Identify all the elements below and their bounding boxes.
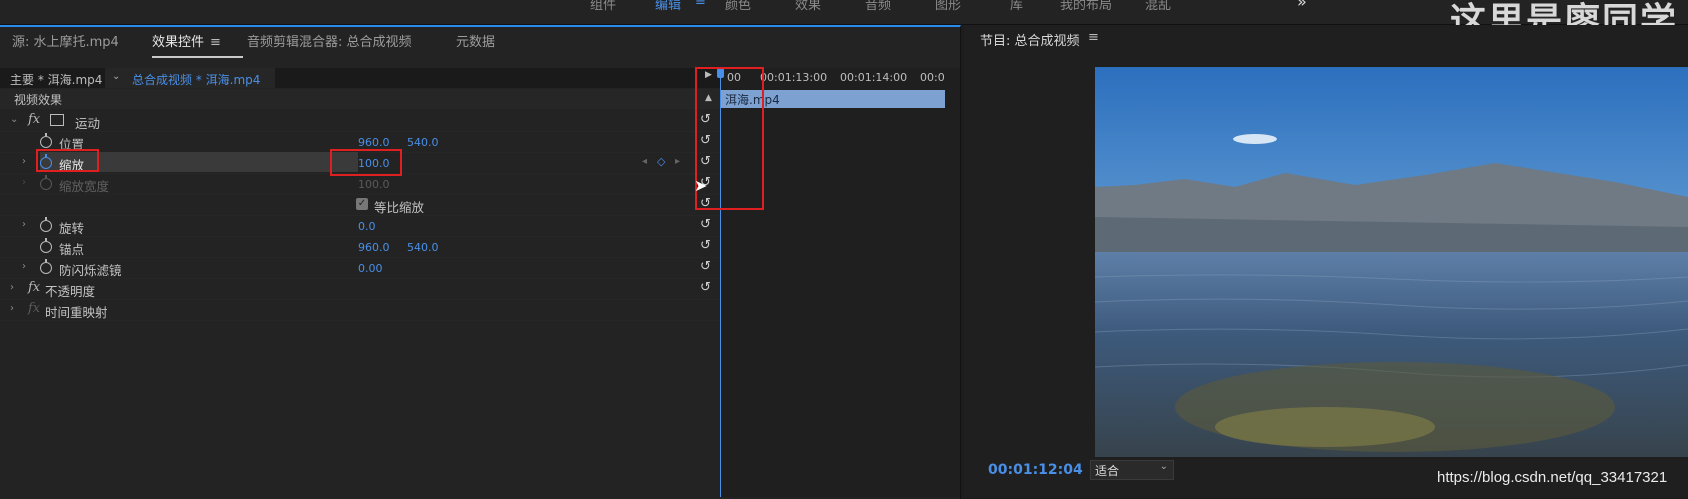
position-y-value[interactable]: 540.0: [407, 136, 439, 149]
previous-keyframe-icon[interactable]: ◂: [642, 156, 647, 167]
uniform-scale-label: 等比缩放: [374, 200, 425, 215]
fx-icon[interactable]: fx: [28, 112, 40, 127]
next-keyframe-icon[interactable]: ▸: [675, 156, 680, 167]
time-remap-label: 时间重映射: [45, 305, 108, 320]
tab-effect-controls-label: 效果控件: [152, 35, 205, 50]
fit-dropdown-value: 适合: [1095, 464, 1120, 478]
transform-icon[interactable]: [50, 114, 64, 126]
timeline-tick: 00:0: [920, 71, 945, 84]
panel-menu-icon[interactable]: ≡: [210, 35, 221, 50]
reset-icon[interactable]: ↺: [700, 218, 714, 232]
tab-source[interactable]: 源: 水上摩托.mp4: [12, 31, 119, 50]
stopwatch-icon[interactable]: [40, 133, 52, 148]
workspace-tab[interactable]: 库: [1010, 0, 1023, 13]
program-video-frame[interactable]: [1095, 67, 1688, 457]
video-effects-header: [0, 89, 720, 109]
workspace-tab[interactable]: 效果: [795, 0, 821, 13]
chevron-down-icon[interactable]: ⌄: [10, 114, 18, 125]
uniform-scale-checkbox[interactable]: ✓: [356, 198, 368, 210]
workspace-tab[interactable]: 我的布局: [1060, 0, 1112, 13]
workspace-tab[interactable]: 图形: [935, 0, 961, 13]
more-workspaces-icon[interactable]: »: [1297, 0, 1307, 11]
opacity-label: 不透明度: [45, 284, 96, 299]
stopwatch-icon: [40, 175, 52, 190]
scale-label-highlight: [36, 149, 99, 172]
video-frame-image: [1095, 67, 1688, 457]
chevron-right-icon[interactable]: ›: [22, 156, 26, 167]
workspace-tab[interactable]: 混乱: [1145, 0, 1171, 13]
source-url: https://blog.csdn.net/qq_33417321: [1437, 469, 1668, 486]
chevron-right-icon: ›: [22, 177, 26, 188]
video-effects-heading: 视频效果: [14, 93, 63, 107]
chevron-right-icon[interactable]: ›: [22, 261, 26, 272]
reset-icon[interactable]: ↺: [700, 281, 714, 295]
stopwatch-icon[interactable]: [40, 238, 52, 253]
anchor-x-value[interactable]: 960.0: [358, 241, 390, 254]
timeline-tick: 00:01:13:00: [760, 71, 828, 84]
anchor-label: 锚点: [59, 242, 85, 257]
rotation-label: 旋转: [59, 221, 85, 236]
reset-icon[interactable]: ↺: [700, 239, 714, 253]
program-monitor-title: 节目: 总合成视频: [980, 34, 1080, 49]
workspace-tab[interactable]: 组件: [590, 0, 616, 13]
add-keyframe-icon[interactable]: ◇: [657, 155, 665, 168]
scale-width-label: 缩放宽度: [59, 179, 110, 194]
position-x-value[interactable]: 960.0: [358, 136, 390, 149]
workspace-tab[interactable]: 颜色: [725, 0, 751, 13]
tab-audio-mixer[interactable]: 音频剪辑混合器: 总合成视频: [247, 31, 412, 50]
tab-effect-controls[interactable]: 效果控件 ≡: [152, 31, 243, 58]
stopwatch-icon[interactable]: [40, 217, 52, 232]
fx-icon: fx: [28, 301, 41, 316]
anti-flicker-value[interactable]: 0.00: [358, 262, 383, 275]
program-timecode[interactable]: 00:01:12:04: [988, 462, 1083, 478]
workspace-tab[interactable]: 音频: [865, 0, 891, 13]
chevron-right-icon[interactable]: ›: [22, 219, 26, 230]
chevron-down-icon: ⌄: [1159, 461, 1168, 472]
panel-menu-icon[interactable]: ≡: [1088, 30, 1099, 45]
anchor-y-value[interactable]: 540.0: [407, 241, 439, 254]
sequence-clip-label[interactable]: 总合成视频 * 洱海.mp4: [132, 71, 260, 88]
anti-flicker-label: 防闪烁滤镜: [59, 263, 122, 278]
chevron-right-icon[interactable]: ›: [10, 303, 14, 314]
workspace-tab-active[interactable]: 编辑: [655, 0, 681, 13]
master-clip-label[interactable]: 主要 * 洱海.mp4: [10, 71, 102, 88]
scale-width-value: 100.0: [358, 178, 390, 191]
motion-label: 运动: [75, 116, 101, 131]
reset-icon[interactable]: ↺: [700, 260, 714, 274]
timeline-tick: 00:01:14:00: [840, 71, 908, 84]
panel-tabs: 源: 水上摩托.mp4 效果控件 ≡ 音频剪辑混合器: 总合成视频 元数据: [0, 27, 960, 65]
stopwatch-icon[interactable]: [40, 259, 52, 274]
fx-icon[interactable]: fx: [28, 280, 40, 295]
chevron-right-icon[interactable]: ›: [10, 282, 14, 293]
rotation-value[interactable]: 0.0: [358, 220, 376, 233]
fit-dropdown[interactable]: 适合 ⌄: [1090, 460, 1174, 480]
tab-metadata[interactable]: 元数据: [456, 31, 495, 50]
scale-value-highlight: [330, 149, 402, 176]
workspace-menu-icon[interactable]: ≡: [695, 0, 706, 9]
workspace-bar: 组件 编辑 ≡ 颜色 效果 音频 图形 库 我的布局 混乱 »: [0, 0, 1688, 25]
chevron-down-icon[interactable]: ⌄: [112, 71, 120, 82]
mouse-cursor-icon: ➤: [694, 176, 708, 195]
